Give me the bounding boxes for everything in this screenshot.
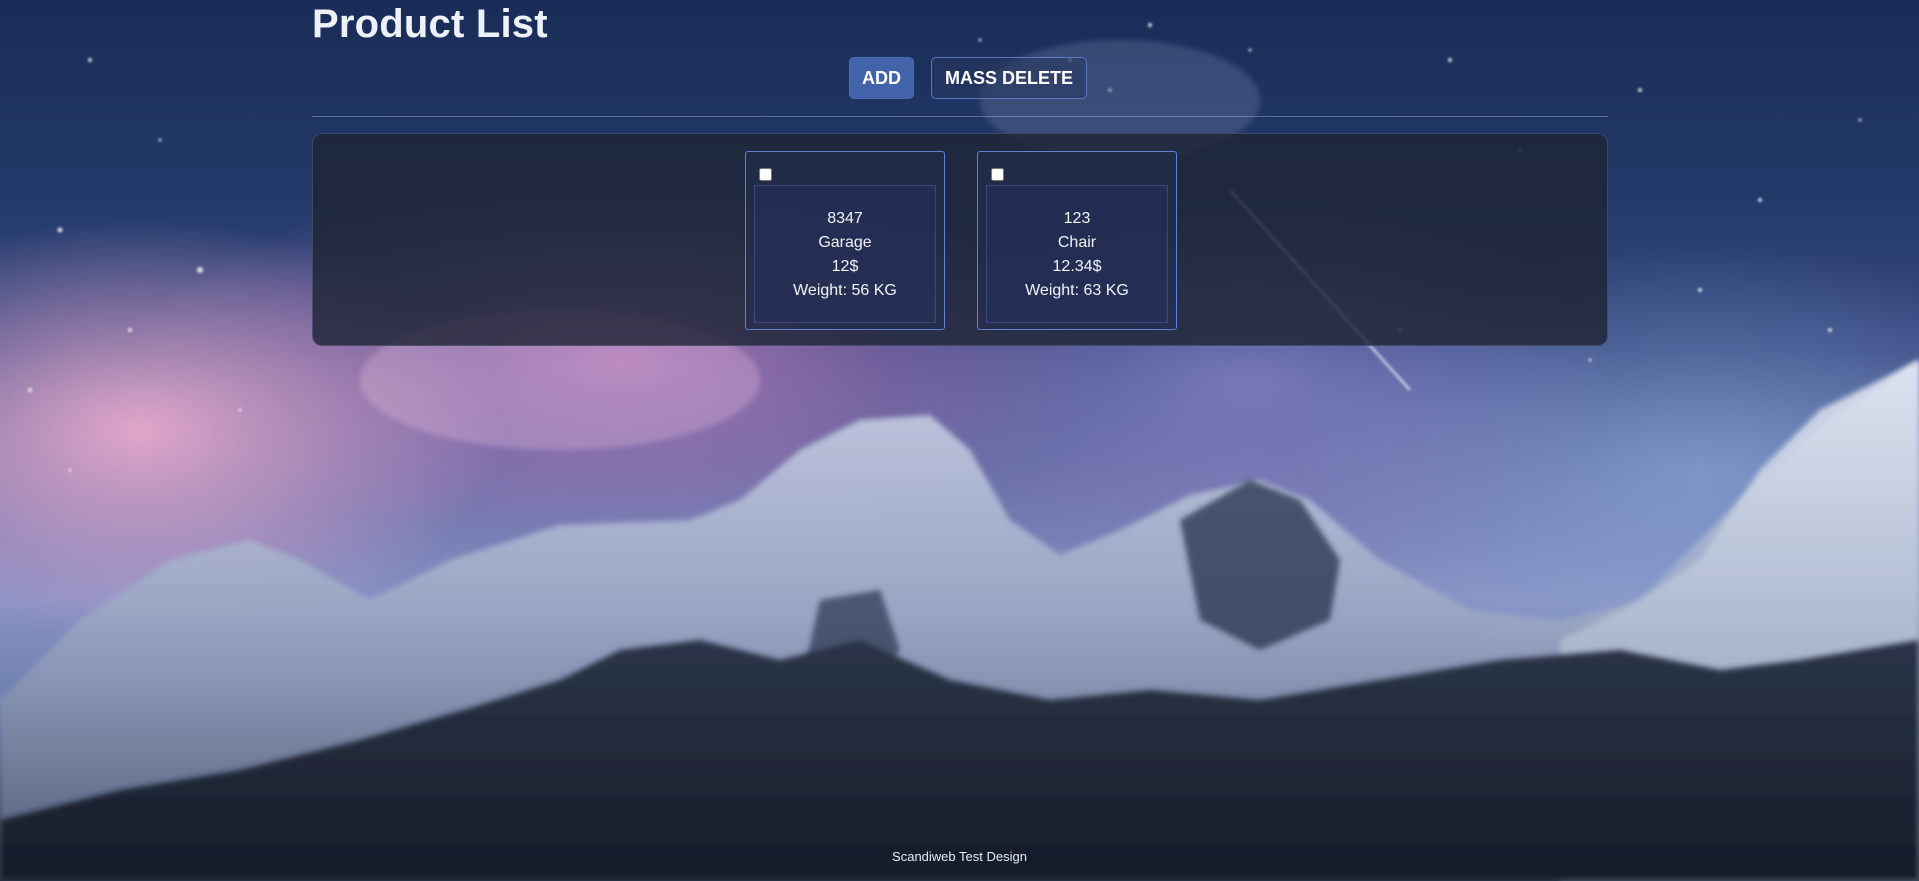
product-list-panel: 8347 Garage 12$ Weight: 56 KG 123 Chair … bbox=[312, 133, 1608, 346]
product-card: 123 Chair 12.34$ Weight: 63 KG bbox=[977, 151, 1177, 330]
product-price: 12$ bbox=[831, 257, 859, 275]
delete-checkbox[interactable] bbox=[759, 168, 772, 181]
product-card: 8347 Garage 12$ Weight: 56 KG bbox=[745, 151, 945, 330]
delete-checkbox[interactable] bbox=[991, 168, 1004, 181]
product-attribute: Weight: 56 KG bbox=[793, 281, 897, 299]
product-name: Chair bbox=[1057, 233, 1097, 251]
header-divider bbox=[312, 116, 1608, 117]
action-toolbar: ADD MASS DELETE bbox=[849, 57, 1087, 99]
page-title: Product List bbox=[312, 2, 548, 46]
product-sku: 123 bbox=[1063, 209, 1091, 227]
product-card-details: 123 Chair 12.34$ Weight: 63 KG bbox=[986, 185, 1168, 323]
product-attribute: Weight: 63 KG bbox=[1025, 281, 1129, 299]
mass-delete-button[interactable]: MASS DELETE bbox=[931, 57, 1087, 99]
product-sku: 8347 bbox=[827, 209, 863, 227]
add-button[interactable]: ADD bbox=[849, 57, 914, 99]
product-card-details: 8347 Garage 12$ Weight: 56 KG bbox=[754, 185, 936, 323]
footer-text: Scandiweb Test Design bbox=[892, 849, 1027, 864]
product-price: 12.34$ bbox=[1052, 257, 1102, 275]
product-name: Garage bbox=[818, 233, 872, 251]
